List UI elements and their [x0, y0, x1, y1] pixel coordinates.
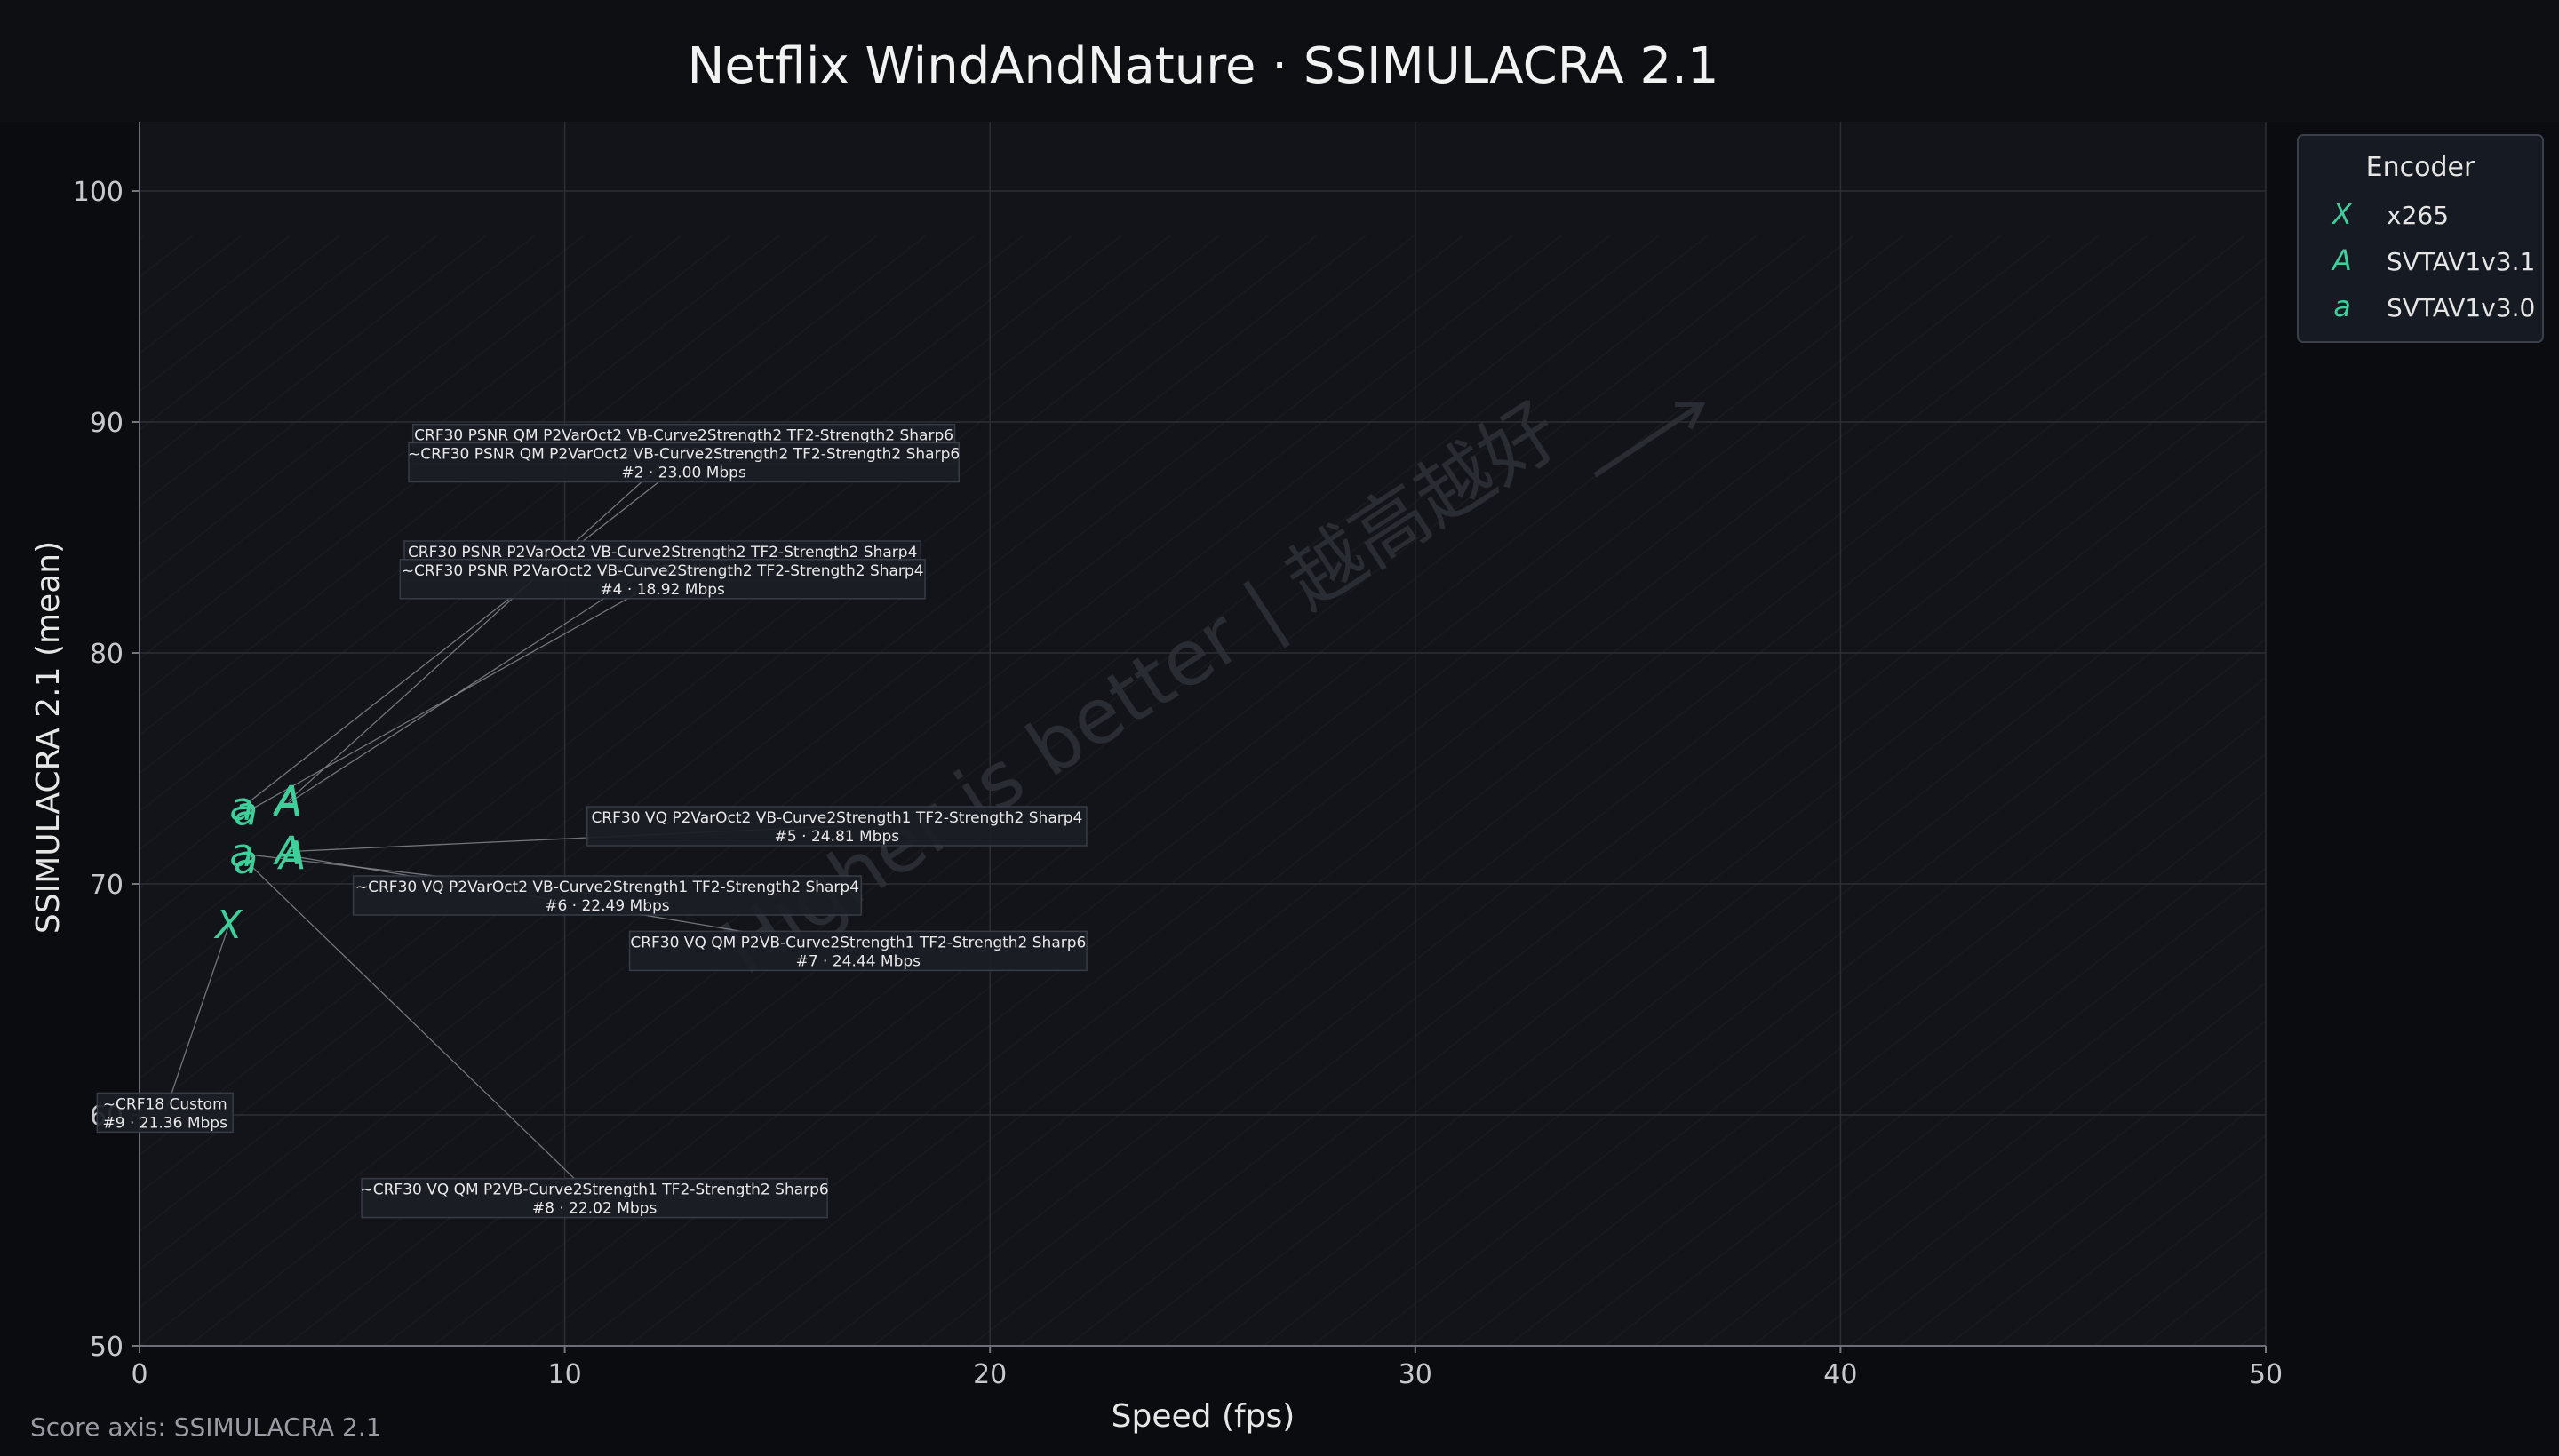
- hatch-line: [2388, 235, 2559, 1346]
- x-tick-label: 20: [973, 1359, 1007, 1390]
- y-tick-label: 90: [90, 408, 124, 439]
- annotation-title: ~CRF30 VQ QM P2VB-Curve2Strength1 TF2-St…: [360, 1182, 828, 1199]
- y-tick-label: 70: [90, 870, 124, 901]
- footnote: Score axis: SSIMULACRA 2.1: [30, 1412, 382, 1442]
- annotation-bitrate: #8 · 22.02 Mbps: [532, 1200, 658, 1218]
- hatch-line: [2436, 235, 2559, 1346]
- annotation-title: CRF30 PSNR QM P2VarOct2 VB-Curve2Strengt…: [414, 427, 953, 445]
- annotation-title: CRF30 VQ QM P2VB-Curve2Strength1 TF2-Str…: [630, 934, 1086, 951]
- x-tick-label: 0: [131, 1359, 147, 1390]
- annotation-bitrate: #9 · 21.36 Mbps: [102, 1114, 227, 1132]
- scatter-chart: Higher is better | 越高越好01020304050506070…: [0, 0, 2559, 1435]
- hatch-line: [2290, 235, 2559, 1346]
- plot-area: [140, 122, 2266, 1346]
- annotation-title: ~CRF30 VQ P2VarOct2 VB-Curve2Strength1 T…: [355, 879, 859, 896]
- x-tick-label: 10: [548, 1359, 582, 1390]
- data-point-marker: a: [234, 789, 258, 834]
- x-tick-label: 50: [2249, 1359, 2283, 1390]
- y-tick-label: 50: [90, 1332, 124, 1363]
- data-point-marker: A: [272, 780, 301, 825]
- hatch-line: [2339, 235, 2559, 1346]
- annotation-title: ~CRF18 Custom: [103, 1095, 227, 1113]
- hatch-line: [2534, 235, 2559, 1346]
- legend-marker: A: [2331, 243, 2352, 277]
- y-axis-label: SSIMULACRA 2.1 (mean): [30, 541, 67, 934]
- legend-entry-label: SVTAV1v3.0: [2387, 293, 2535, 322]
- x-tick-label: 30: [1399, 1359, 1432, 1390]
- legend-entry-label: x265: [2387, 201, 2449, 230]
- hatch-line: [140, 235, 145, 240]
- annotation-bitrate: #2 · 23.00 Mbps: [621, 465, 746, 482]
- annotation-title: CRF30 VQ P2VarOct2 VB-Curve2Strength1 TF…: [591, 809, 1082, 827]
- data-point-marker: a: [234, 838, 258, 883]
- data-point-marker: X: [213, 903, 243, 948]
- data-point-marker: A: [276, 833, 306, 879]
- legend-entry-label: SVTAV1v3.1: [2387, 247, 2535, 276]
- annotation-bitrate: #4 · 18.92 Mbps: [600, 581, 725, 599]
- y-tick-label: 100: [73, 177, 124, 208]
- legend-title: Encoder: [2366, 152, 2475, 183]
- annotation-title: ~CRF30 PSNR QM P2VarOct2 VB-Curve2Streng…: [408, 446, 960, 464]
- legend: Encoder X x265 A SVTAV1v3.1 a SVTAV1v3.0: [2297, 134, 2544, 343]
- hatch-line: [2485, 235, 2559, 1346]
- annotation-bitrate: #7 · 24.44 Mbps: [796, 952, 921, 970]
- x-axis-label: Speed (fps): [1112, 1398, 1295, 1435]
- annotation-title: CRF30 PSNR P2VarOct2 VB-Curve2Strength2 …: [408, 544, 917, 561]
- hatch-line: [2240, 1325, 2266, 1346]
- y-tick-label: 80: [90, 639, 124, 670]
- annotation-title: ~CRF30 PSNR P2VarOct2 VB-Curve2Strength2…: [402, 562, 924, 580]
- legend-marker: X: [2331, 197, 2353, 231]
- x-tick-label: 40: [1823, 1359, 1857, 1390]
- annotation-bitrate: #5 · 24.81 Mbps: [775, 828, 900, 846]
- legend-marker: a: [2333, 290, 2351, 323]
- annotation-bitrate: #6 · 22.49 Mbps: [545, 897, 670, 915]
- chart-title: Netflix WindAndNature · SSIMULACRA 2.1: [687, 37, 1718, 95]
